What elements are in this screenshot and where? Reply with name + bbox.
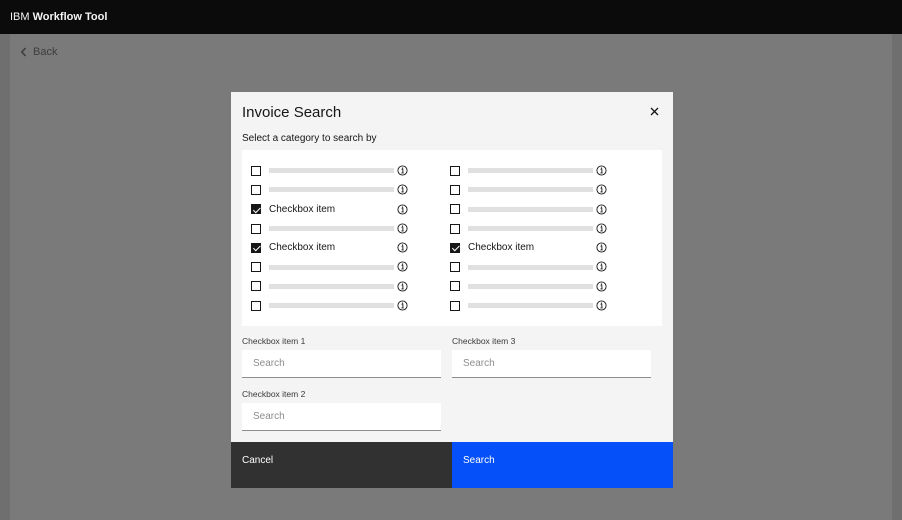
information-icon[interactable] — [397, 242, 408, 253]
checkbox-label-placeholder — [468, 168, 593, 174]
information-icon[interactable] — [596, 165, 607, 176]
checkbox-label-placeholder — [269, 283, 394, 289]
checkbox-row — [450, 161, 630, 180]
checkbox-column-right: Checkbox item — [450, 161, 630, 315]
checkbox-row — [251, 296, 431, 315]
checkbox-label-placeholder — [269, 264, 394, 270]
checkbox-label-placeholder — [269, 168, 394, 174]
checkbox-row — [450, 257, 630, 276]
information-icon[interactable] — [397, 261, 408, 273]
checkbox-row — [450, 219, 630, 238]
field-label-3: Checkbox item 3 — [452, 336, 516, 346]
checkbox-row: Checkbox item — [450, 238, 630, 257]
information-icon[interactable] — [596, 204, 607, 215]
close-icon — [650, 107, 658, 115]
information-icon[interactable] — [596, 261, 607, 273]
checkbox[interactable] — [450, 184, 460, 195]
checkbox[interactable] — [251, 281, 261, 292]
information-icon[interactable] — [397, 300, 408, 311]
checkbox[interactable] — [450, 204, 460, 215]
checkbox-label-placeholder — [468, 187, 593, 193]
checkbox-panel: Checkbox item Checkbox item Checkbox item — [242, 150, 662, 326]
information-icon[interactable] — [397, 184, 408, 195]
information-icon[interactable] — [397, 204, 408, 215]
field-label-1: Checkbox item 1 — [242, 336, 306, 346]
top-header: IBM Workflow Tool — [0, 0, 902, 34]
modal-title: Invoice Search — [242, 104, 342, 121]
modal-subtitle: Select a category to search by — [242, 133, 377, 144]
checkbox-checked[interactable] — [450, 242, 460, 253]
checkbox-row — [251, 180, 431, 199]
checkbox-row — [251, 277, 431, 296]
checkbox-label-placeholder — [468, 303, 593, 309]
checkbox-column-left: Checkbox item Checkbox item — [251, 161, 431, 315]
checkbox-row — [251, 219, 431, 238]
information-icon[interactable] — [596, 184, 607, 195]
checkbox-label: Checkbox item — [269, 242, 336, 254]
checkbox-row — [450, 277, 630, 296]
app-brand[interactable]: IBM Workflow Tool — [10, 11, 107, 23]
checkbox-label: Checkbox item — [269, 203, 336, 215]
brand-prefix: IBM — [10, 11, 30, 23]
search-input-1[interactable] — [242, 350, 441, 378]
checkbox[interactable] — [251, 223, 261, 234]
chevron-left-icon — [20, 47, 27, 57]
checkbox-label-placeholder — [269, 226, 394, 232]
close-button[interactable] — [647, 104, 661, 118]
checkbox-label-placeholder — [468, 206, 593, 212]
information-icon[interactable] — [397, 223, 408, 234]
checkbox-label-placeholder — [468, 283, 593, 289]
checkbox[interactable] — [251, 165, 261, 176]
field-label-2: Checkbox item 2 — [242, 389, 306, 399]
information-icon[interactable] — [596, 281, 607, 292]
checkbox-row: Checkbox item — [251, 238, 431, 257]
back-link[interactable]: Back — [20, 46, 57, 58]
checkbox[interactable] — [251, 300, 261, 311]
checkbox[interactable] — [450, 165, 460, 176]
brand-name: Workflow Tool — [32, 11, 108, 23]
checkbox[interactable] — [450, 223, 460, 234]
information-icon[interactable] — [397, 165, 408, 176]
information-icon[interactable] — [596, 223, 607, 234]
search-input-2[interactable] — [242, 403, 441, 431]
cancel-button[interactable]: Cancel — [231, 442, 452, 488]
checkbox[interactable] — [450, 300, 460, 311]
information-icon[interactable] — [397, 281, 408, 292]
checkbox-row — [251, 161, 431, 180]
information-icon[interactable] — [596, 300, 607, 311]
checkbox[interactable] — [251, 184, 261, 195]
checkbox-row: Checkbox item — [251, 200, 431, 219]
checkbox-label-placeholder — [468, 226, 593, 232]
checkbox-label-placeholder — [468, 264, 593, 270]
checkbox-label: Checkbox item — [468, 242, 535, 254]
checkbox-row — [251, 257, 431, 276]
checkbox[interactable] — [251, 262, 261, 273]
checkbox-row — [450, 180, 630, 199]
checkbox-checked[interactable] — [251, 242, 261, 253]
search-input-3[interactable] — [452, 350, 651, 378]
back-label: Back — [33, 46, 58, 58]
checkbox-label-placeholder — [269, 303, 394, 309]
information-icon[interactable] — [596, 242, 607, 253]
checkbox-checked[interactable] — [251, 204, 261, 215]
checkbox[interactable] — [450, 281, 460, 292]
checkbox-label-placeholder — [269, 187, 394, 193]
checkbox-row — [450, 296, 630, 315]
invoice-search-modal: Invoice Search Select a category to sear… — [231, 92, 673, 488]
search-button[interactable]: Search — [452, 442, 673, 488]
checkbox[interactable] — [450, 262, 460, 273]
checkbox-row — [450, 200, 630, 219]
